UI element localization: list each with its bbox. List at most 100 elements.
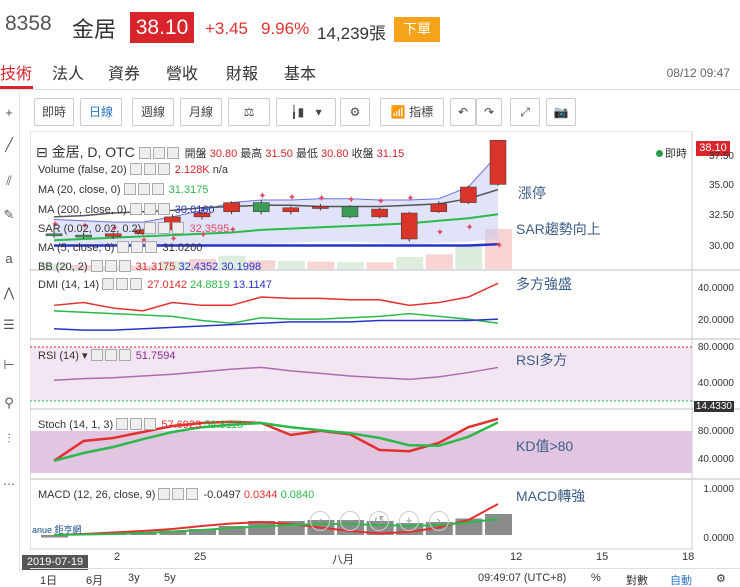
time-axis-tick: 八月 [332, 554, 354, 566]
measure-tool-icon[interactable]: ⊢ [0, 354, 18, 376]
chart-toolbar: 即時 日線 週線 月線 ⚖ ╽▮ ▾ ⚙ 📶 指標 ↶ ↷ ⤢ 📷 [30, 96, 730, 130]
legend-volume: Volume (false, 20) 2.128K n/a [38, 163, 229, 176]
settings-gear-icon[interactable]: ⚙ [340, 98, 370, 126]
legend-settings-icon[interactable] [152, 147, 165, 159]
candle-body [341, 206, 359, 218]
fib-tool-icon[interactable]: ☰ [0, 314, 18, 336]
zoom-icon[interactable]: ⚲ [0, 392, 18, 414]
candle-body [430, 203, 448, 212]
crosshair-tool-icon[interactable]: + [0, 102, 18, 124]
time-axis-tick: 6 [426, 551, 433, 563]
range-6m-button[interactable]: 6月 [86, 572, 103, 587]
chart-area[interactable]: ✦ ✦ ✦ ✦ ✦ ✦ ✦ ✦ ✦ ✦ ✦ ✦ ✦ ✦ ✦ ✦ ⊟ 金居, D, OTC 開盤 30.80 最… [30, 131, 740, 587]
place-order-button[interactable]: 下單 [394, 17, 440, 42]
macd-axis-label: 0.0000 [703, 533, 734, 544]
volume-bar [366, 262, 394, 269]
time-axis-tick: 12 [510, 551, 523, 563]
brush-tool-icon[interactable]: ✎ [0, 204, 18, 226]
candle-body [312, 206, 329, 209]
tab-institutional[interactable]: 法人 [52, 60, 84, 84]
active-tab-indicator [0, 86, 33, 89]
percent-scale-toggle[interactable]: % [591, 572, 601, 584]
price-axis-label: 37.50 [708, 151, 734, 162]
chevron-down-icon: ▾ [82, 350, 88, 362]
tab-margin[interactable]: 資券 [108, 60, 140, 84]
rsi-value-tag: 14.4330 [693, 401, 734, 412]
section-tabs: 技術 法人 資券 營收 財報 基本 08/12 09:47 [0, 52, 740, 90]
annotation-sar: SAR趨勢向上 [516, 221, 601, 237]
anue-logo: anue 鉅亨網 [32, 525, 82, 535]
trend-line-tool-icon[interactable]: ╱ [0, 134, 18, 156]
scroll-right-icon[interactable]: › [428, 511, 449, 531]
price-axis-label: 32.50 [708, 210, 734, 221]
interval-monthly-button[interactable]: 月線 [180, 98, 222, 126]
ohlc-readout: 開盤 30.80 最高 31.50 最低 30.80 收盤 31.15 [184, 148, 405, 160]
text-tool-icon[interactable]: a [0, 248, 18, 270]
interval-daily-button[interactable]: 日線 [80, 98, 122, 126]
volume-bar [425, 254, 453, 269]
stock-name: 金居 [72, 17, 117, 42]
reset-zoom-icon[interactable]: ↺ [369, 511, 390, 531]
pattern-tool-icon[interactable]: ⋀ [0, 282, 18, 304]
sar-marker: ✦ [377, 196, 385, 207]
tab-basic[interactable]: 基本 [284, 60, 316, 84]
parallel-line-tool-icon[interactable]: ⫽ [0, 170, 18, 192]
legend-ma20: MA (20, close, 0) 31.3175 [38, 183, 209, 196]
candle-body [489, 139, 507, 185]
chart-bottom-bar: 1日 6月 3y 5y 09:49:07 (UTC+8) % 對數 自動 ⚙ [30, 568, 740, 587]
update-datetime: 08/12 09:47 [666, 66, 730, 80]
legend-settings-icon[interactable] [138, 147, 151, 159]
undo-icon[interactable]: ↶ [450, 98, 476, 126]
legend-macd: MACD (12, 26, close, 9) -0.0497 0.0344 0… [38, 488, 315, 501]
sar-marker: ✦ [495, 241, 503, 252]
indicators-button[interactable]: 📶 指標 [380, 98, 444, 126]
tab-financials[interactable]: 財報 [226, 60, 258, 84]
time-axis-tick: 18 [682, 551, 695, 563]
range-1d-button[interactable]: 1日 [40, 572, 57, 587]
tab-revenue[interactable]: 營收 [166, 60, 198, 84]
drawing-tool-strip: + ╱ ⫽ ✎ a ⋀ ☰ ⊢ ⚲ ⫶ … [0, 92, 20, 572]
volume-bar [455, 245, 483, 269]
stoch-band [30, 431, 692, 473]
volume-bar [307, 261, 335, 269]
stock-code: 8358 [5, 12, 52, 35]
sar-marker: ✦ [465, 222, 473, 233]
scroll-left-icon[interactable]: ‹ [310, 511, 330, 531]
range-5y-button[interactable]: 5y [164, 572, 176, 584]
auto-scale-toggle[interactable]: 自動 [670, 572, 692, 587]
chart-settings-gear-icon[interactable]: ⚙ [716, 572, 726, 585]
collapse-icon[interactable]: ⊟ [36, 144, 48, 160]
annotation-dmi: 多方強盛 [516, 276, 572, 292]
legend-ma200: MA (200, close, 0) 30.0160 [38, 203, 215, 216]
redo-icon[interactable]: ↷ [476, 98, 502, 126]
zoom-in-icon[interactable]: + [398, 511, 419, 531]
tab-technical[interactable]: 技術 [0, 60, 32, 84]
sar-marker: ✦ [229, 225, 237, 236]
live-dot-icon [656, 150, 663, 157]
interval-intraday-button[interactable]: 即時 [34, 98, 74, 126]
log-scale-toggle[interactable]: 對數 [626, 572, 648, 587]
fullscreen-icon[interactable]: ⤢ [510, 98, 540, 126]
zoom-out-icon[interactable]: − [339, 511, 360, 531]
indicator-chart-icon: 📶 [390, 105, 406, 119]
time-axis: 2 25 八月 6 12 15 18 [30, 551, 695, 567]
chart-title-row: ⊟ 金居, D, OTC 開盤 30.80 最高 31.50 最低 30.80 … [36, 142, 404, 162]
candle-body [460, 186, 477, 203]
magnet-icon[interactable]: ⫶ [0, 428, 18, 450]
price-axis-label: 30.00 [708, 241, 734, 252]
annotation-kd: KD值>80 [516, 438, 574, 454]
candle-body [371, 208, 388, 218]
clock-readout: 09:49:07 (UTC+8) [478, 572, 567, 584]
chart-type-button[interactable]: ╽▮ ▾ [276, 98, 336, 126]
compare-icon[interactable]: ⚖ [228, 98, 270, 126]
interval-weekly-button[interactable]: 週線 [132, 98, 174, 126]
legend-settings-icon[interactable] [166, 147, 179, 159]
range-3y-button[interactable]: 3y [128, 572, 140, 584]
chart-nav-controls: ‹ − ↺ + › [310, 511, 449, 531]
volume-bar [277, 261, 305, 269]
dmi-axis-label: 20.0000 [697, 315, 734, 326]
screenshot-camera-icon[interactable]: 📷 [546, 98, 576, 126]
annotation-limit-up: 漲停 [518, 185, 546, 201]
more-tools-icon[interactable]: … [0, 470, 18, 492]
chart-title: 金居, D, OTC [51, 144, 135, 160]
